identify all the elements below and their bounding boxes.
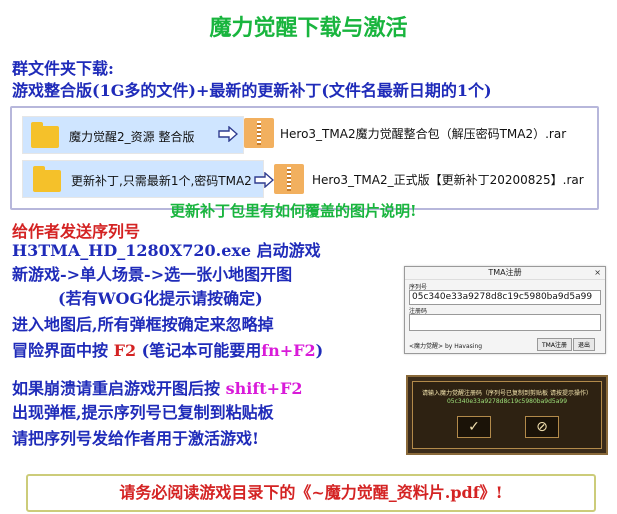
tma-register-button[interactable]: TMA注册 — [537, 338, 572, 351]
notice-text: 请务必阅读游戏目录下的《~魔力觉醒_资料片.pdf》! — [119, 483, 503, 502]
step-press-f2-prefix: 冒险界面中按 — [12, 341, 109, 360]
tma-register-dialog: TMA注册 × 序列号 05c340e33a9278d8c19c5980ba9d… — [404, 266, 606, 354]
crash-line-1: 如果崩溃请重启游戏开图后按 shift+F2 — [12, 378, 302, 400]
arrow-right-icon — [254, 172, 274, 188]
game-cancel-button[interactable]: ⊘ — [525, 416, 559, 438]
serial-field[interactable]: 05c340e33a9278d8c19c5980ba9d5a99 — [409, 290, 601, 305]
serial-value: 05c340e33a9278d8c19c5980ba9d5a99 — [412, 292, 593, 302]
group-files-heading: 群文件夹下载: — [12, 59, 114, 78]
crash-line-1-prefix: 如果崩溃请重启游戏开图后按 — [12, 379, 221, 398]
key-f2: F2 — [113, 341, 137, 360]
step-send-serial: 给作者发送序列号 — [12, 222, 141, 241]
archive-icon — [244, 118, 274, 148]
step-dismiss-popups: 进入地图后,所有弹框按确定来忽略掉 — [12, 315, 274, 334]
archive-name-2[interactable]: Hero3_TMA2_正式版【更新补丁20200825】.rar — [312, 171, 584, 188]
arrow-right-icon — [218, 126, 238, 142]
key-shift-f2: shift+F2 — [225, 379, 303, 398]
step-new-game: 新游戏->单人场景->选一张小地图开图 — [12, 265, 293, 284]
file-row-2[interactable]: 更新补丁,只需最新1个,密码TMA2 — [22, 160, 264, 198]
game-popup-text: 请输入魔力觉醒注册码（序列号已复制到剪贴板 请按提示操作） — [422, 390, 592, 397]
game-serial-popup: 请输入魔力觉醒注册码（序列号已复制到剪贴板 请按提示操作） 05c340e33a… — [406, 375, 608, 455]
file-row-1[interactable]: 魔力觉醒2_资源 整合版 — [22, 116, 244, 154]
step-press-f2-suffix: ) — [315, 341, 324, 360]
folder-icon — [33, 166, 61, 192]
page-title: 魔力觉醒下载与激活 — [209, 16, 408, 41]
folder-label: 更新补丁,只需最新1个,密码TMA2 — [71, 174, 252, 188]
step-press-f2-mid: (笔记本可能要用 — [141, 341, 262, 360]
close-icon[interactable]: × — [594, 268, 601, 277]
archive-icon — [274, 164, 304, 194]
group-files-subheading: 游戏整合版(1G多的文件)+最新的更新补丁(文件名最新日期的1个) — [12, 81, 492, 100]
game-popup-panel: 请输入魔力觉醒注册码（序列号已复制到剪贴板 请按提示操作） 05c340e33a… — [412, 381, 602, 449]
step-launch: H3TMA_HD_1280X720.exe 启动游戏 — [12, 241, 321, 260]
folder-icon — [31, 122, 59, 148]
key-fn-f2: fn+F2 — [261, 341, 316, 360]
exit-button[interactable]: 退出 — [573, 338, 596, 351]
folder-label: 魔力觉醒2_资源 整合版 — [69, 130, 195, 144]
game-popup-serial: 05c340e33a9278d8c19c5980ba9d5a99 — [446, 398, 568, 405]
notice-box: 请务必阅读游戏目录下的《~魔力觉醒_资料片.pdf》! — [26, 474, 596, 512]
dialog-title: TMA注册 — [405, 267, 605, 280]
archive-name-1[interactable]: Hero3_TMA2魔力觉醒整合包（解压密码TMA2）.rar — [280, 125, 566, 142]
file-list-frame: 魔力觉醒2_资源 整合版 Hero3_TMA2魔力觉醒整合包（解压密码TMA2）… — [10, 106, 599, 210]
regcode-input[interactable] — [409, 314, 601, 331]
patch-note: 更新补丁包里有如何覆盖的图片说明! — [170, 202, 417, 220]
dialog-footer: <魔力觉醒> by Havasing — [409, 343, 483, 350]
step-wog-note: (若有WOG化提示请按确定) — [58, 289, 263, 308]
game-ok-button[interactable]: ✓ — [457, 416, 491, 438]
crash-line-2: 出现弹框,提示序列号已复制到粘贴板 — [12, 403, 274, 422]
crash-line-3: 请把序列号发给作者用于激活游戏! — [12, 429, 260, 448]
step-press-f2: 冒险界面中按 F2 (笔记本可能要用fn+F2) — [12, 340, 323, 362]
